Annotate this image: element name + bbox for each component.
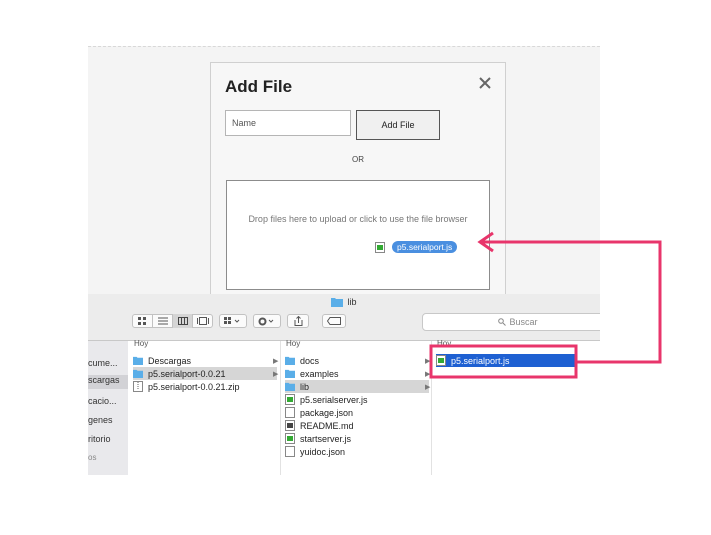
name-input[interactable] [225,110,351,136]
list-item-label: README.md [300,420,354,431]
folder-icon [285,369,295,379]
column-header: Hoy [286,339,301,348]
list-item[interactable]: yuidoc.json [285,445,345,458]
dropzone-text: Drop files here to upload or click to us… [248,214,468,224]
folder-icon [285,382,295,392]
script-file-icon [436,355,446,366]
script-file-icon [285,394,295,405]
list-item[interactable]: examples ▶ [285,367,431,380]
list-item[interactable]: docs ▶ [285,354,431,367]
finder-toolbar: lib Buscar [88,294,600,341]
close-icon[interactable] [477,75,493,91]
add-file-button[interactable]: Add File [356,110,440,140]
list-item[interactable]: startserver.js [285,432,351,445]
chevron-right-icon: ▶ [425,370,431,378]
list-item[interactable]: p5.serialserver.js [285,393,368,406]
search-placeholder: Buscar [509,317,538,327]
column-header: Hoy [134,339,149,348]
sidebar-item-images[interactable]: genes [88,415,113,425]
list-item-label: docs [300,355,320,366]
list-item-label: yuidoc.json [300,446,346,457]
file-icon [285,446,295,457]
list-item-label: p5.serialserver.js [300,394,368,405]
window-title: lib [88,297,600,307]
chevron-right-icon: ▶ [425,383,431,391]
folder-icon [331,298,344,307]
list-item-label: package.json [300,407,354,418]
action-button[interactable] [253,314,281,328]
list-item[interactable]: p5.serialport-0.0.21 ▶ [133,367,279,380]
list-item[interactable]: README.md [285,419,354,432]
sidebar-item-documents[interactable]: cume... [88,358,118,368]
finder-window: lib Buscar cume... scargas cacio... gene… [88,294,600,475]
chevron-right-icon: ▶ [425,357,431,365]
tags-button[interactable] [322,314,346,328]
dragged-file: p5.serialport.js [375,241,458,253]
add-file-modal: Add File Add File OR Drop files here to … [210,62,506,304]
gallery-view-icon[interactable] [193,314,212,328]
file-icon [285,407,295,418]
view-mode-control[interactable] [132,314,213,328]
list-item-label: startserver.js [300,433,352,444]
markdown-file-icon [285,420,295,431]
list-item[interactable]: p5.serialport-0.0.21.zip [133,380,277,393]
finder-sidebar: cume... scargas cacio... genes ritorio o… [88,341,128,475]
share-button[interactable] [287,314,309,328]
list-item-label: p5.serialport-0.0.21.zip [148,381,240,392]
sidebar-section-label: os [88,453,97,462]
list-item[interactable]: package.json [285,406,353,419]
sidebar-item-desktop[interactable]: ritorio [88,434,111,444]
column-view-icon[interactable] [173,314,193,328]
list-item-label: examples [300,368,339,379]
gear-icon [258,317,274,325]
folder-icon [285,356,295,366]
sidebar-item-downloads[interactable]: scargas [88,375,128,389]
file-dropzone[interactable]: Drop files here to upload or click to us… [226,180,490,290]
script-file-icon [285,433,295,444]
search-icon [498,318,507,326]
folder-icon [133,369,143,379]
list-item[interactable]: p5.serialport.js [436,354,576,367]
list-item-label: p5.serialport-0.0.21 [148,368,226,379]
sidebar-item-applications[interactable]: cacio... [88,396,117,406]
chevron-right-icon: ▶ [273,357,279,365]
list-item[interactable]: lib ▶ [285,380,431,393]
list-item[interactable]: Descargas ▶ [133,354,279,367]
list-view-icon[interactable] [153,314,173,328]
share-icon [294,316,302,326]
modal-title: Add File [225,77,293,96]
column-header: Hoy [437,339,452,348]
script-file-icon [375,241,385,253]
dragged-file-label: p5.serialport.js [392,241,458,253]
finder-column-2: Hoy docs ▶ examples ▶ lib ▶ p5.serialser… [281,339,432,475]
search-input[interactable]: Buscar [422,313,600,331]
finder-column-3: Hoy p5.serialport.js [432,339,600,475]
list-item-label: lib [300,381,310,392]
arrange-icon [224,317,240,324]
arrange-button[interactable] [219,314,247,328]
icon-view-icon[interactable] [133,314,153,328]
folder-icon [133,356,143,366]
chevron-right-icon: ▶ [273,370,279,378]
list-item-label: p5.serialport.js [451,355,510,366]
or-separator: OR [352,155,364,164]
tag-icon [327,317,341,325]
list-item-label: Descargas [148,355,192,366]
zip-file-icon [133,381,143,392]
window-title-label: lib [347,297,357,307]
finder-column-1: Hoy Descargas ▶ p5.serialport-0.0.21 ▶ p… [129,339,281,475]
